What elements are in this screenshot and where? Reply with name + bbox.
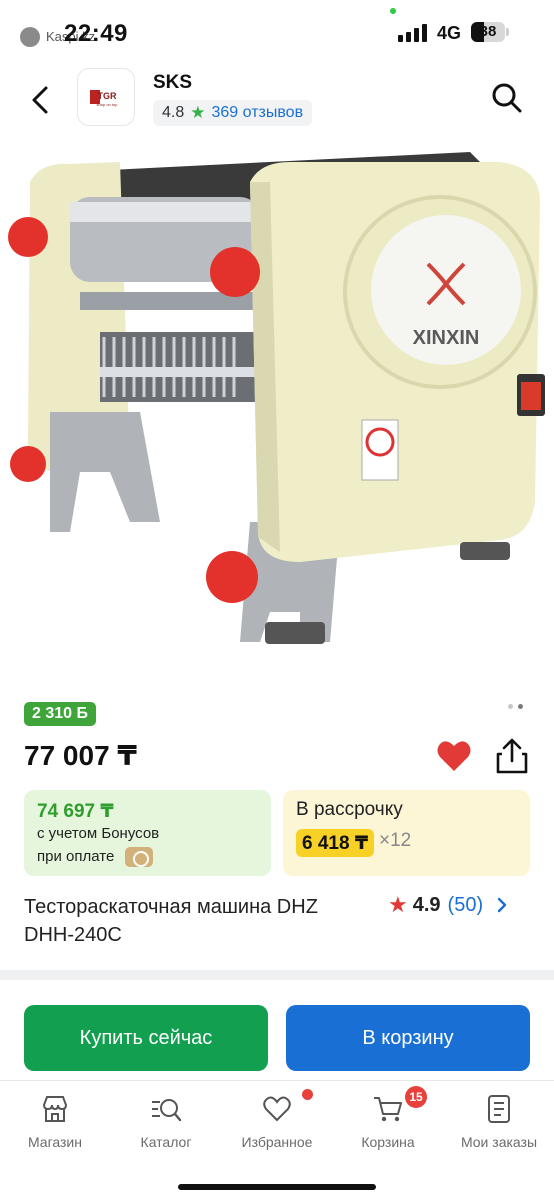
product-rating-value: 4.9: [412, 893, 441, 916]
kaspi-app-icon[interactable]: [20, 27, 40, 47]
nav-label: Корзина: [361, 1134, 415, 1150]
product-photo-dough-sheeter: XINXIN: [8, 152, 545, 644]
buy-now-button[interactable]: Купить сейчас: [24, 1005, 268, 1071]
shop-header: TGR shop on top SKS 4.8 ★ 369 отзывов: [0, 62, 554, 142]
shop-logo-text: TGR: [97, 91, 117, 101]
product-image[interactable]: XINXIN: [0, 142, 554, 682]
bonus-points-badge: 2 310 Б: [24, 702, 96, 726]
kaspi-pay-icon: [125, 847, 153, 867]
nav-orders[interactable]: Мои заказы: [444, 1093, 554, 1153]
nav-label: Мои заказы: [460, 1134, 538, 1150]
privacy-indicator-dot: [390, 8, 396, 14]
shop-rating[interactable]: 4.8 ★ 369 отзывов: [153, 100, 313, 126]
cart-count-badge: 15: [405, 1086, 427, 1108]
favorites-notification-dot: [302, 1089, 313, 1100]
bonus-price: 74 697 ₸: [37, 801, 114, 822]
product-price: 77 007 ₸: [24, 740, 137, 771]
back-arrow-icon[interactable]: [24, 80, 58, 120]
nav-store[interactable]: Магазин: [0, 1093, 110, 1153]
nav-cart[interactable]: Корзина: [333, 1093, 443, 1153]
nav-label: Каталог: [140, 1134, 192, 1150]
network-type: 4G: [437, 23, 462, 43]
gallery-dot-active: [518, 704, 523, 709]
heart-outline-icon: [263, 1096, 291, 1122]
installment-months: ×12: [379, 830, 412, 851]
star-icon: ★: [190, 103, 206, 122]
status-time: 22:49: [64, 20, 128, 47]
shop-reviews-link[interactable]: 369 отзывов: [212, 104, 304, 122]
bonus-caption-line2: при оплате: [37, 848, 115, 865]
brand-logo-text: XINXIN: [413, 327, 480, 349]
home-indicator[interactable]: [178, 1184, 376, 1190]
section-divider: [0, 970, 554, 980]
nav-label: Магазин: [27, 1134, 82, 1150]
product-title: Тестораскаточная машина DHZ DHH-240C: [24, 896, 318, 946]
gallery-dot: [508, 704, 513, 709]
orders-icon: [488, 1095, 510, 1123]
chevron-right-icon: [497, 897, 507, 913]
status-bar: Kaspi.kz 22:49 4G 38: [0, 0, 554, 62]
add-to-cart-button[interactable]: В корзину: [286, 1005, 530, 1071]
store-icon: [42, 1096, 68, 1122]
star-icon: ★: [388, 892, 408, 917]
shop-rating-value: 4.8: [162, 104, 185, 121]
bottom-navigation: Магазин Каталог Избранное Корзина Мои за…: [0, 1080, 554, 1200]
product-rating[interactable]: ★ 4.9 (50): [388, 892, 508, 917]
catalog-search-icon: [152, 1099, 182, 1122]
search-icon[interactable]: [490, 80, 524, 116]
nav-label: Избранное: [241, 1134, 313, 1150]
battery-level: 38: [479, 23, 497, 40]
installment-price: 6 418 ₸: [296, 829, 375, 857]
shop-logo[interactable]: TGR shop on top: [77, 68, 135, 126]
product-review-count[interactable]: (50): [448, 894, 484, 917]
installment-title: В рассрочку: [296, 799, 403, 820]
bonus-caption-line1: с учетом Бонусов: [37, 825, 160, 842]
installment-box[interactable]: В рассрочку 6 418 ₸ ×12: [283, 790, 530, 876]
favorite-heart-icon[interactable]: [436, 739, 472, 773]
shop-name[interactable]: SKS: [153, 72, 192, 94]
shop-logo-subtext: shop on top: [96, 102, 118, 107]
share-icon[interactable]: [494, 737, 530, 775]
nav-favorites[interactable]: Избранное: [222, 1093, 332, 1153]
gallery-pagination: [508, 704, 523, 709]
battery-icon: 38: [471, 22, 505, 42]
bonus-price-box[interactable]: 74 697 ₸ с учетом Бонусов при оплате: [24, 790, 271, 876]
signal-icon: [398, 24, 427, 42]
cart-icon: [374, 1097, 402, 1122]
nav-catalog[interactable]: Каталог: [111, 1093, 221, 1153]
